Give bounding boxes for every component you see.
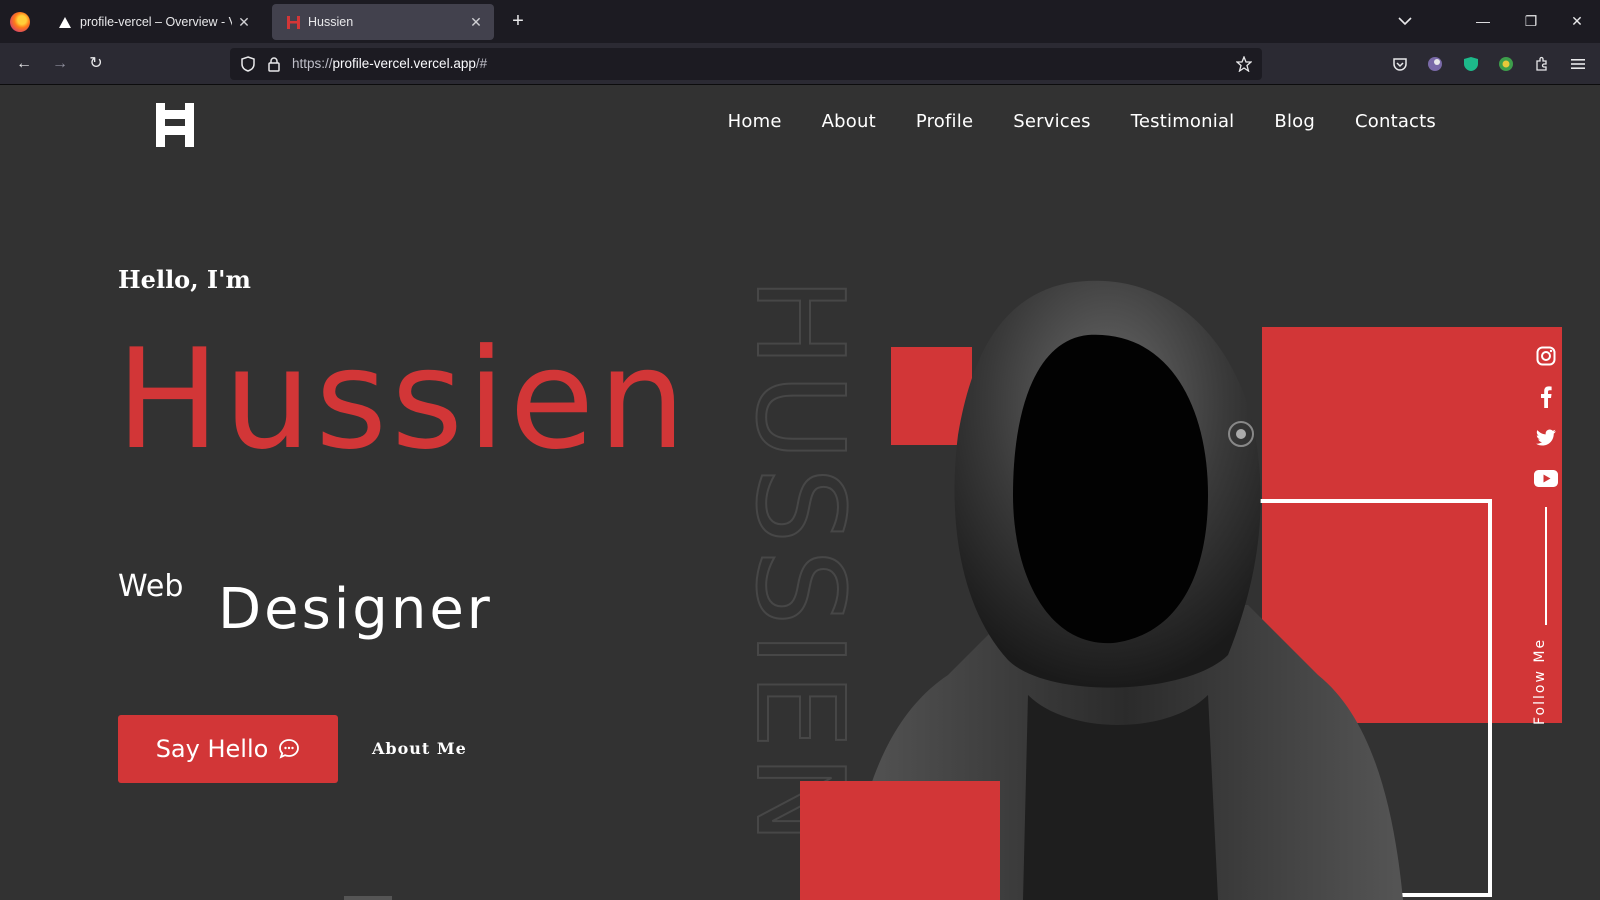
url-text[interactable]: https://profile-vercel.vercel.app/# [292,56,487,71]
close-window-button[interactable]: ✕ [1564,10,1590,34]
twitter-icon[interactable] [1534,417,1558,458]
scroll-indicator-dot[interactable] [1228,421,1254,447]
extension-purple-icon[interactable] [1425,54,1445,74]
logo-h-icon [156,103,194,147]
vercel-triangle-icon [58,15,72,29]
youtube-icon[interactable] [1534,458,1558,499]
lock-icon[interactable] [264,54,284,74]
browser-tab-bar: profile-vercel – Overview - Vercel ✕ Hus… [0,0,1600,43]
list-all-tabs-icon[interactable] [1392,10,1418,34]
chat-bubble-icon [279,739,300,759]
nav-services[interactable]: Services [1013,111,1091,132]
tab-label: Hussien [308,15,354,29]
tab-vercel-overview[interactable]: profile-vercel – Overview - Vercel ✕ [44,4,262,40]
follow-divider-line [1545,507,1547,625]
page-content: Home About Profile Services Testimonial … [0,85,1600,900]
bookmark-star-icon[interactable] [1234,54,1254,74]
role-prefix: Web [118,569,184,604]
new-tab-button[interactable]: + [506,10,530,34]
social-links [1534,335,1558,499]
site-favicon-icon [286,15,300,29]
tab-label: profile-vercel – Overview - Vercel [80,15,232,29]
red-block-bottom [800,781,1000,900]
extension-shield-green-icon[interactable] [1461,54,1481,74]
hero-name: Hussien [116,319,690,480]
nav-blog[interactable]: Blog [1274,111,1315,132]
main-nav: Home About Profile Services Testimonial … [728,111,1436,132]
greeting: Hello, I'm [118,265,251,294]
nav-home[interactable]: Home [728,111,782,132]
background-name-glyphs: HUSSIEN [738,277,858,850]
forward-button[interactable]: → [48,53,72,75]
nav-profile[interactable]: Profile [916,111,973,132]
reload-button[interactable]: ↻ [84,53,108,75]
address-bar[interactable]: https://profile-vercel.vercel.app/# [230,48,1262,80]
horizontal-scrollbar[interactable] [344,896,392,900]
facebook-icon[interactable] [1534,376,1558,417]
minimize-button[interactable]: — [1470,10,1496,34]
firefox-icon[interactable] [10,12,30,32]
hamburger-menu-icon[interactable] [1568,54,1588,74]
instagram-icon[interactable] [1534,335,1558,376]
tab-hussien[interactable]: Hussien ✕ [272,4,494,40]
say-hello-label: Say Hello [155,735,269,763]
back-button[interactable]: ← [12,53,36,75]
about-me-link[interactable]: About Me [372,739,467,758]
restore-button[interactable]: ❐ [1518,10,1544,34]
site-logo[interactable] [156,103,198,147]
nav-contacts[interactable]: Contacts [1355,111,1436,132]
close-tab-icon[interactable]: ✕ [464,14,488,31]
extensions-puzzle-icon[interactable] [1532,54,1552,74]
say-hello-button[interactable]: Say Hello [118,715,338,783]
follow-me-label: Follow Me [1532,637,1548,725]
role-word: Designer [218,577,493,641]
close-tab-icon[interactable]: ✕ [232,14,256,31]
browser-nav-bar: ← → ↻ https://profile-vercel.vercel.app/… [0,43,1600,85]
extension-colorful-icon[interactable] [1496,54,1516,74]
nav-about[interactable]: About [822,111,876,132]
pocket-icon[interactable] [1390,54,1410,74]
nav-testimonial[interactable]: Testimonial [1131,111,1235,132]
shield-icon[interactable] [238,54,258,74]
